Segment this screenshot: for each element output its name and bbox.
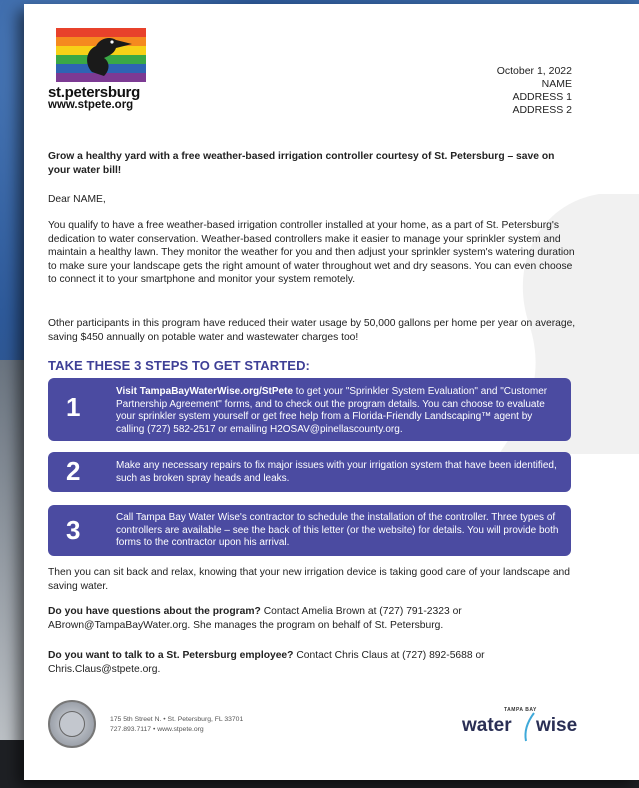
logo-url: www.stpete.org (48, 99, 134, 111)
steps-heading: TAKE THESE 3 STEPS TO GET STARTED: (48, 358, 310, 373)
contact-question-1-bold: Do you have questions about the program? (48, 606, 261, 617)
contact-question-1: Do you have questions about the program?… (48, 605, 578, 632)
recipient-address-1: ADDRESS 1 (512, 91, 572, 103)
step-1-link[interactable]: TampaBayWaterWise.org/StPete (140, 386, 293, 397)
recipient-address-2: ADDRESS 2 (512, 104, 572, 116)
contact-question-2-bold: Do you want to talk to a St. Petersburg … (48, 650, 294, 661)
footer-address: 175 5th Street N. • St. Petersburg, FL 3… (110, 715, 243, 735)
body-paragraph-2: Other participants in this program have … (48, 318, 576, 343)
step-1-text-prefix: Visit (116, 386, 140, 397)
closing-paragraph: Then you can sit back and relax, knowing… (48, 567, 571, 592)
step-1-text: Visit TampaBayWaterWise.org/StPete to ge… (116, 386, 561, 436)
recipient-name: NAME (541, 78, 572, 90)
step-2-box: 2 Make any necessary repairs to fix majo… (48, 452, 571, 492)
rainbow-stripes (56, 28, 146, 82)
water-wise-word-right: wise (536, 715, 578, 736)
step-1-number: 1 (66, 392, 81, 422)
pelican-icon (87, 38, 132, 76)
salutation: Dear NAME, (48, 194, 106, 205)
date-address-block: October 1, 2022 NAME ADDRESS 1 ADDRESS 2 (470, 65, 572, 117)
water-wise-logo: TAMPA BAY water wise (462, 707, 582, 747)
step-1-box: 1 Visit TampaBayWaterWise.org/StPete to … (48, 378, 571, 441)
step-3-box: 3 Call Tampa Bay Water Wise's contractor… (48, 505, 571, 556)
body-paragraph-1: You qualify to have a free weather-based… (48, 220, 575, 285)
footer-address-line-1: 175 5th Street N. • St. Petersburg, FL 3… (110, 716, 244, 723)
step-3-number: 3 (66, 515, 81, 545)
step-2-number: 2 (66, 456, 81, 486)
letter-date: October 1, 2022 (496, 65, 572, 77)
city-seal-icon (48, 700, 96, 748)
intro-headline: Grow a healthy yard with a free weather-… (48, 151, 555, 176)
footer-address-line-2: 727.893.7117 • www.stpete.org (110, 726, 204, 733)
contact-question-2: Do you want to talk to a St. Petersburg … (48, 649, 578, 676)
water-drop-icon (524, 712, 535, 742)
step-2-text: Make any necessary repairs to fix major … (116, 460, 557, 484)
city-logo: st.petersburg www.stpete.org (48, 28, 158, 111)
water-wise-word-left: water (462, 715, 512, 736)
step-3-text: Call Tampa Bay Water Wise's contractor t… (116, 512, 559, 548)
